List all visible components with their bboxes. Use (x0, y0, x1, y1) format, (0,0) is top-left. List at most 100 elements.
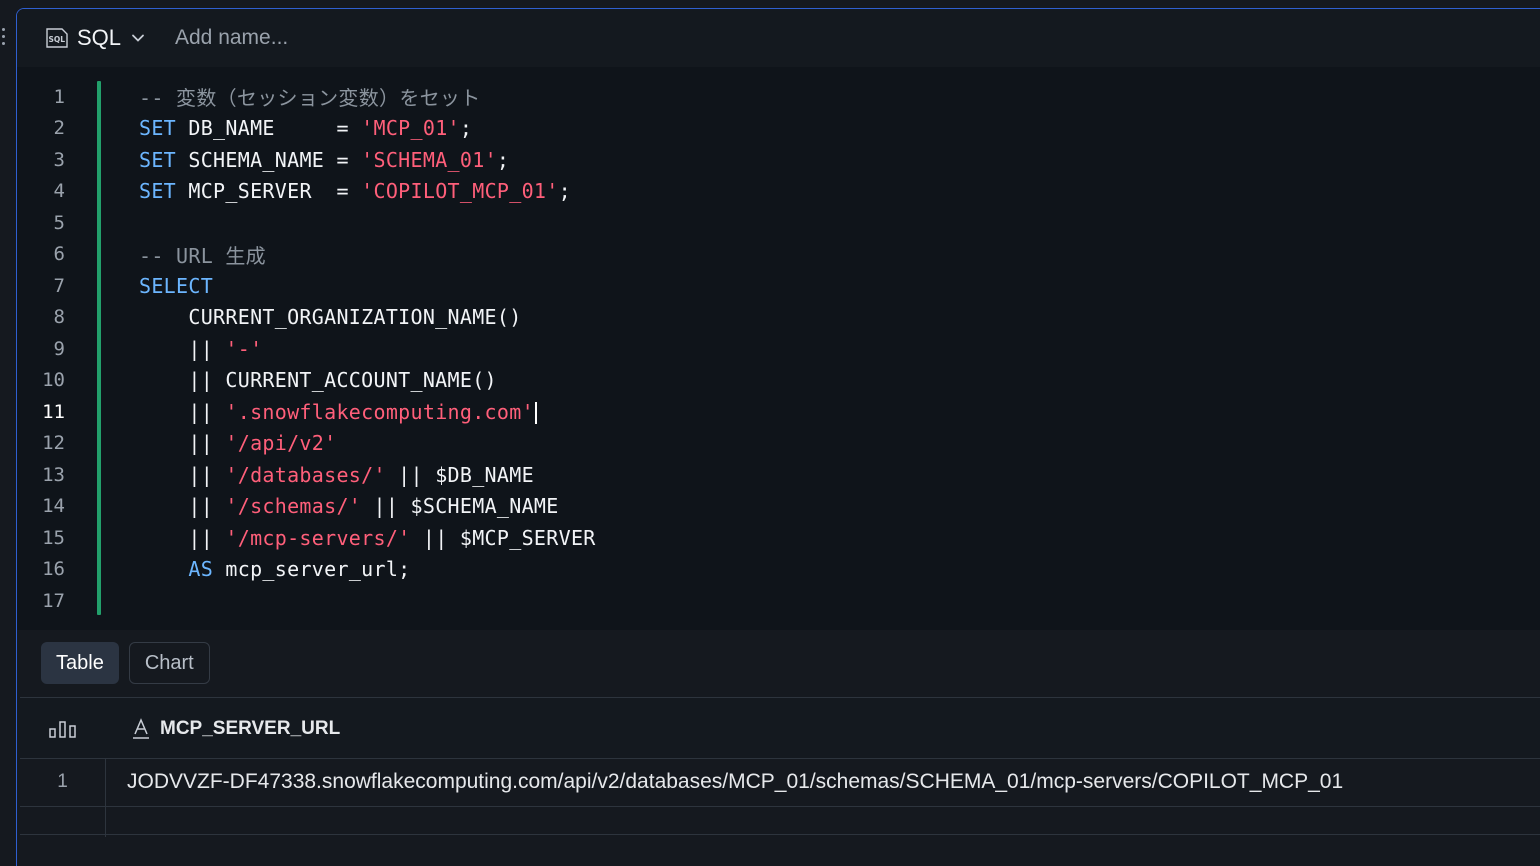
code-line[interactable]: 17 (17, 585, 1540, 617)
row-number: 1 (57, 771, 68, 792)
cell-name-input[interactable] (175, 23, 675, 53)
code-text: || '/mcp-servers/' || $MCP_SERVER (139, 526, 596, 550)
sql-token: DB_NAME = (176, 116, 362, 141)
sql-token: || (139, 336, 226, 361)
sql-token: CURRENT_ORGANIZATION_NAME() (139, 305, 522, 330)
code-line[interactable]: 2 SET DB_NAME = 'MCP_01'; (17, 113, 1540, 145)
code-line[interactable]: 13 || '/databases/' || $DB_NAME (17, 459, 1540, 491)
sql-token: || $DB_NAME (385, 462, 534, 487)
code-line[interactable]: 6 -- URL 生成 (17, 239, 1540, 271)
sql-keyword: SET (139, 179, 177, 204)
line-number: 14 (42, 495, 65, 518)
code-line[interactable]: 15 || '/mcp-servers/' || $MCP_SERVER (17, 522, 1540, 554)
tab-table[interactable]: Table (41, 642, 119, 684)
sql-string: '.snowflakecomputing.com' (225, 399, 534, 424)
sql-token: || (139, 399, 226, 424)
code-text: || '.snowflakecomputing.com' (139, 399, 537, 424)
sql-token: || CURRENT_ACCOUNT_NAME() (139, 368, 497, 393)
sql-token: || $SCHEMA_NAME (361, 494, 559, 519)
code-line[interactable]: 4 SET MCP_SERVER = 'COPILOT_MCP_01'; (17, 176, 1540, 208)
sql-token: || $MCP_SERVER (410, 525, 596, 550)
svg-text:SQL: SQL (49, 35, 66, 44)
code-line[interactable]: 9 || '-' (17, 333, 1540, 365)
sql-token: || (139, 462, 226, 487)
line-number: 5 (53, 211, 65, 234)
code-text: || CURRENT_ACCOUNT_NAME() (139, 368, 497, 392)
code-line[interactable]: 1 -- 変数（セッション変数）をセット (17, 81, 1540, 113)
table-header: MCP_SERVER_URL (20, 697, 1540, 759)
code-line[interactable]: 11 || '.snowflakecomputing.com' (17, 396, 1540, 428)
sql-keyword: SELECT (139, 273, 214, 298)
column-title: MCP_SERVER_URL (160, 718, 341, 739)
code-text: AS mcp_server_url; (139, 557, 411, 581)
sql-string: '-' (225, 336, 263, 361)
language-label: SQL (77, 25, 122, 50)
line-number: 10 (42, 369, 65, 392)
sql-string: 'COPILOT_MCP_01' (361, 179, 559, 204)
sql-keyword: SET (139, 116, 177, 141)
line-number: 11 (42, 400, 65, 423)
line-number: 7 (53, 274, 65, 297)
code-text: || '-' (139, 337, 262, 361)
line-number: 6 (53, 243, 65, 266)
sql-keyword: AS (188, 557, 214, 582)
code-line[interactable]: 14 || '/schemas/' || $SCHEMA_NAME (17, 491, 1540, 523)
code-text: -- URL 生成 (139, 240, 266, 269)
sql-token: || (139, 525, 226, 550)
text-cursor (534, 402, 537, 424)
line-number: 16 (42, 558, 65, 581)
sql-string: 'SCHEMA_01' (361, 147, 497, 172)
cell-header: SQL SQL (17, 9, 1540, 67)
sql-string: '/mcp-servers/' (225, 525, 411, 550)
sql-string: '/schemas/' (225, 494, 362, 519)
cell-drag-handle[interactable] (0, 28, 8, 48)
code-text: SET SCHEMA_NAME = 'SCHEMA_01'; (139, 148, 509, 172)
sql-token: SCHEMA_NAME = (176, 147, 362, 172)
sql-string: '/api/v2' (225, 431, 337, 456)
sql-token: mcp_server_url; (213, 557, 411, 582)
line-number: 17 (42, 589, 65, 612)
sql-token: ; (496, 147, 510, 172)
line-number: 2 (53, 117, 65, 140)
code-line[interactable]: 8 CURRENT_ORGANIZATION_NAME() (17, 302, 1540, 334)
code-text: SET DB_NAME = 'MCP_01'; (139, 116, 472, 140)
code-line[interactable]: 5 (17, 207, 1540, 239)
line-number: 12 (42, 432, 65, 455)
code-text: || '/api/v2' (139, 431, 336, 455)
line-number: 1 (53, 85, 65, 108)
table-cell[interactable]: JODVVZF-DF47338.snowflakecomputing.com/a… (127, 770, 1343, 794)
sql-keyword: SET (139, 147, 177, 172)
code-text: || '/databases/' || $DB_NAME (139, 463, 534, 487)
language-selector[interactable]: SQL SQL (45, 23, 145, 53)
sql-cell: SQL SQL 1 -- 変数（セッション変数）をセット 2 SET DB_NAME … (16, 8, 1540, 866)
line-number: 4 (53, 180, 65, 203)
code-line[interactable]: 7 SELECT (17, 270, 1540, 302)
sql-comment: -- URL 生成 (139, 243, 266, 268)
code-line[interactable]: 10 || CURRENT_ACCOUNT_NAME() (17, 365, 1540, 397)
table-row[interactable]: 1 JODVVZF-DF47338.snowflakecomputing.com/… (20, 759, 1540, 807)
results-panel: Table Chart MCP_SERVER_URL 1 JODVVZF-DF473… (17, 630, 1540, 866)
code-line[interactable]: 16 AS mcp_server_url; (17, 554, 1540, 586)
code-text: || '/schemas/' || $SCHEMA_NAME (139, 494, 559, 518)
results-tabs: Table Chart (41, 642, 210, 684)
code-line[interactable]: 12 || '/api/v2' (17, 428, 1540, 460)
line-number: 3 (53, 148, 65, 171)
line-number: 13 (42, 463, 65, 486)
text-type-icon (133, 718, 149, 739)
sql-token: || (139, 494, 226, 519)
code-text: SELECT (139, 274, 213, 298)
column-header-mcp-server-url[interactable]: MCP_SERVER_URL (132, 717, 340, 741)
code-editor[interactable]: 1 -- 変数（セッション変数）をセット 2 SET DB_NAME = 'MCP_0… (17, 67, 1540, 630)
code-text: -- 変数（セッション変数）をセット (139, 82, 481, 111)
tab-chart[interactable]: Chart (128, 642, 210, 684)
table-empty-row (20, 807, 1540, 835)
line-number: 9 (53, 337, 65, 360)
code-line[interactable]: 3 SET SCHEMA_NAME = 'SCHEMA_01'; (17, 144, 1540, 176)
line-number: 8 (53, 306, 65, 329)
column-stats-icon[interactable] (49, 720, 76, 738)
sql-string: 'MCP_01' (361, 116, 460, 141)
results-table: MCP_SERVER_URL 1 JODVVZF-DF47338.snowflak… (20, 697, 1540, 837)
code-text: SET MCP_SERVER = 'COPILOT_MCP_01'; (139, 179, 571, 203)
sql-token: ; (459, 116, 473, 141)
